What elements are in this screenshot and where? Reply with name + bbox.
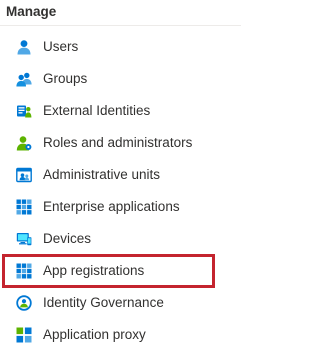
section-divider <box>0 25 241 26</box>
menu-item-label: Groups <box>43 71 88 86</box>
administrative-units-icon <box>16 167 32 183</box>
menu-item-label: Enterprise applications <box>43 199 180 214</box>
menu-item-roles-and-administrators[interactable]: Roles and administrators <box>0 127 241 159</box>
devices-icon <box>16 233 32 246</box>
menu-item-users[interactable]: Users <box>0 31 241 63</box>
application-proxy-icon <box>16 327 32 343</box>
menu-item-identity-governance[interactable]: Identity Governance <box>0 287 241 319</box>
menu-item-label: Users <box>43 39 79 54</box>
menu-item-label: External Identities <box>43 103 151 118</box>
groups-icon <box>16 72 32 87</box>
menu-item-enterprise-applications[interactable]: Enterprise applications <box>0 191 241 223</box>
menu-item-administrative-units[interactable]: Administrative units <box>0 159 241 191</box>
roles-administrators-icon <box>16 136 32 151</box>
menu-item-application-proxy[interactable]: Application proxy <box>0 319 241 351</box>
menu-item-label: Roles and administrators <box>43 135 193 150</box>
external-identities-icon <box>17 105 32 118</box>
menu-item-label: Devices <box>43 231 92 246</box>
menu-item-app-registrations[interactable]: App registrations <box>0 255 241 287</box>
manage-navigation-panel: Manage Users Groups External Identities <box>0 0 241 354</box>
menu-item-label: Application proxy <box>43 327 146 342</box>
manage-section-header: Manage <box>6 4 57 19</box>
user-icon <box>17 40 31 55</box>
identity-governance-icon <box>16 295 32 311</box>
menu-item-label: App registrations <box>43 263 145 278</box>
menu-item-external-identities[interactable]: External Identities <box>0 95 241 127</box>
menu-item-label: Administrative units <box>43 167 161 182</box>
app-registrations-icon <box>16 263 32 279</box>
menu-item-devices[interactable]: Devices <box>0 223 241 255</box>
menu-item-label: Identity Governance <box>43 295 164 310</box>
menu-item-groups[interactable]: Groups <box>0 63 241 95</box>
enterprise-applications-icon <box>16 199 32 215</box>
